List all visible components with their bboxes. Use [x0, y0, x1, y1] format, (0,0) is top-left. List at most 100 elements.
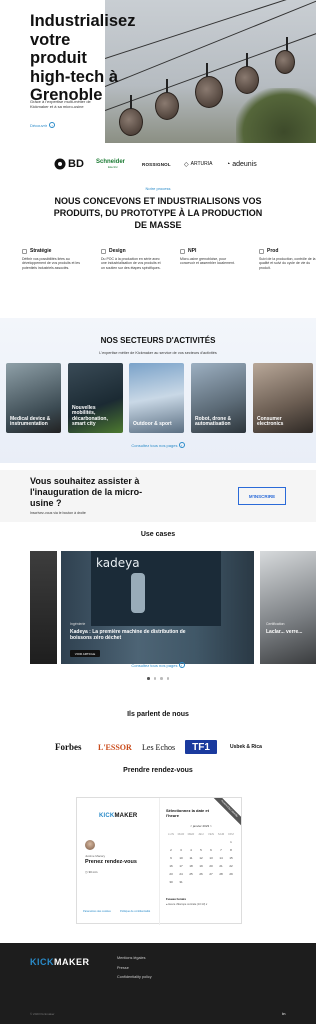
adeunis-icon: ◔ — [226, 160, 231, 168]
cookie-settings-link[interactable]: Paramètres des cookies — [83, 910, 111, 913]
use-case-next-peek[interactable]: Certification Laclar... verre... — [260, 551, 316, 664]
calendar-day[interactable]: 8 — [226, 848, 236, 852]
inauguration-cta: Vous souhaitez assister à l'inauguration… — [0, 470, 316, 522]
calendar-day[interactable]: 28 — [216, 872, 226, 876]
calendar-day[interactable]: 2 — [166, 848, 176, 852]
press-logo-tf1: TF1 — [185, 740, 217, 754]
target-icon — [22, 248, 27, 254]
calendar-day[interactable]: 29 — [226, 872, 236, 876]
carousel-dot[interactable] — [160, 677, 163, 680]
calendar-day[interactable]: 25 — [186, 872, 196, 876]
calendar-day[interactable]: 7 — [216, 848, 226, 852]
factory-icon — [259, 248, 264, 254]
calendar-day[interactable]: 9 — [166, 856, 176, 860]
calendar-day[interactable]: 10 — [176, 856, 186, 860]
calendly-ribbon[interactable]: Powered by Calendly — [212, 798, 241, 826]
weekday-label: SAM — [217, 832, 225, 836]
hero-section: Industrialisez votre produit high-tech à… — [0, 0, 316, 143]
calendar-week: 1 — [166, 838, 236, 846]
use-cases-title: Use cases — [140, 531, 176, 538]
footer-link-privacy[interactable]: Confidentiality policy — [117, 975, 152, 979]
press-logo-forbes: Forbes — [55, 742, 82, 752]
calendar-day[interactable]: 4 — [186, 848, 196, 852]
use-case-prev-peek[interactable] — [30, 551, 57, 664]
use-cases-all-link[interactable]: Consultez tous nos pages › — [0, 662, 316, 668]
calendar-day[interactable]: 20 — [206, 864, 216, 868]
calendar-day[interactable]: 17 — [176, 864, 186, 868]
weekday-header: LUN MAR MER JEU VEN SAM DIM — [166, 830, 236, 838]
cta-subtitle: Inscrivez-vous via le bouton à droite — [30, 511, 86, 515]
use-case-title: Kadeya : La première machine de distribu… — [70, 629, 186, 641]
use-case-tag: Ingénierie — [70, 622, 86, 626]
booking-info-panel: KICKMAKER Justine Macary Prenez rendez-v… — [77, 798, 160, 925]
footer-logo[interactable]: KICKMAKER — [30, 957, 90, 967]
calendar-day[interactable]: 16 — [166, 864, 176, 868]
step-strategie: Stratégie Définir vos possibilités liées… — [22, 248, 80, 270]
arrow-right-icon: › — [178, 662, 185, 668]
host-name: Justine Macary — [85, 854, 106, 858]
calendar-day[interactable]: 19 — [196, 864, 206, 868]
kickmaker-logo: KICKMAKER — [99, 813, 138, 819]
booking-title: Prendre rendez-vous — [123, 767, 193, 774]
calendar-day[interactable]: 11 — [186, 856, 196, 860]
calendar-day[interactable]: 23 — [166, 872, 176, 876]
process-eyebrow: Notre process — [145, 186, 171, 191]
sectors-section: NOS SECTEURS D'ACTIVITÉS L'expertise mét… — [0, 318, 316, 463]
footer: KICKMAKER Mentions légales Presse Confid… — [0, 943, 316, 1024]
calendar-day[interactable]: 15 — [226, 856, 236, 860]
calendar-day[interactable]: 5 — [196, 848, 206, 852]
calendar-day[interactable]: 3 — [176, 848, 186, 852]
calendar-day[interactable]: 12 — [196, 856, 206, 860]
calendar-day[interactable]: 6 — [206, 848, 216, 852]
calendar-week: 16 17 18 19 20 21 22 — [166, 862, 236, 870]
weekday-label: VEN — [207, 832, 215, 836]
view-article-button[interactable]: VOIR ARTICLE — [70, 650, 100, 657]
press-logo-usbek: Usbek & Rica — [230, 744, 262, 750]
calendar-day[interactable]: 24 — [176, 872, 186, 876]
use-case-card-kadeya[interactable]: kadeya Ingénierie Kadeya : La première m… — [61, 551, 254, 664]
calendar-week: 30 31 — [166, 878, 236, 886]
footer-links: Mentions légales Presse Confidentiality … — [117, 956, 152, 985]
sector-card-outdoor[interactable]: Outdoor & sport — [129, 363, 184, 433]
linkedin-icon[interactable]: in — [282, 1011, 286, 1016]
step-design: Design Du POC à la production en série a… — [101, 248, 161, 270]
carousel-dot[interactable] — [166, 677, 169, 680]
partner-logo-rossignol: ROSSIGNOL — [142, 161, 171, 167]
process-title: NOUS CONCEVONS ET INDUSTRIALISONS VOS PR… — [53, 196, 263, 230]
sectors-all-link[interactable]: Consultez tous nos pages › — [0, 442, 316, 448]
calendar-day[interactable]: 18 — [186, 864, 196, 868]
partner-logo-arturia: ◇ ARTURIA — [184, 161, 213, 168]
timezone-select[interactable]: ● Heure d'Europe centrale (10:13) ▾ — [166, 903, 207, 906]
partner-logos: BD Schneider Electric ROSSIGNOL ◇ ARTURI… — [0, 155, 316, 175]
sectors-title: NOS SECTEURS D'ACTIVITÉS — [100, 336, 216, 345]
calendar-day[interactable]: 14 — [216, 856, 226, 860]
arturia-icon: ◇ — [184, 161, 189, 168]
calendar-day[interactable]: 1 — [226, 840, 236, 844]
calendar-day[interactable]: 27 — [206, 872, 216, 876]
privacy-policy-link[interactable]: Politique de confidentialité — [120, 910, 150, 913]
footer-link-legal[interactable]: Mentions légales — [117, 956, 152, 960]
partner-logo-adeunis: ◔ adeunis — [226, 160, 257, 168]
weekday-label: LUN — [167, 832, 174, 836]
hero-image-cable-cars — [105, 0, 316, 143]
calendar-day[interactable]: 13 — [206, 856, 216, 860]
register-button[interactable]: M'INSCRIRE — [238, 487, 286, 505]
calendar-day[interactable]: 31 — [176, 880, 186, 884]
arrow-right-icon: › — [178, 442, 185, 448]
sector-card-consumer[interactable]: Consumer electronics — [253, 363, 313, 433]
discover-link[interactable]: Découvrir › — [30, 122, 56, 128]
calendar-day[interactable]: 26 — [196, 872, 206, 876]
sector-card-mobility[interactable]: Nouvelles mobilités, décarbonation, smar… — [68, 363, 123, 433]
calendar-day[interactable]: 22 — [226, 864, 236, 868]
avatar — [85, 840, 95, 850]
bd-burst-icon — [54, 158, 66, 170]
calendar-day[interactable]: 21 — [216, 864, 226, 868]
process-steps: Stratégie Définir vos possibilités liées… — [22, 248, 315, 298]
calendar-day[interactable]: 30 — [166, 880, 176, 884]
carousel-dot[interactable] — [153, 677, 156, 680]
carousel-dot[interactable] — [147, 677, 150, 680]
sector-card-robot[interactable]: Robot, drone & automatisation — [191, 363, 246, 433]
cta-title: Vous souhaitez assister à l'inauguration… — [30, 476, 143, 508]
sector-card-medical[interactable]: Medical device & instrumentation — [6, 363, 61, 433]
footer-link-press[interactable]: Presse — [117, 966, 152, 970]
